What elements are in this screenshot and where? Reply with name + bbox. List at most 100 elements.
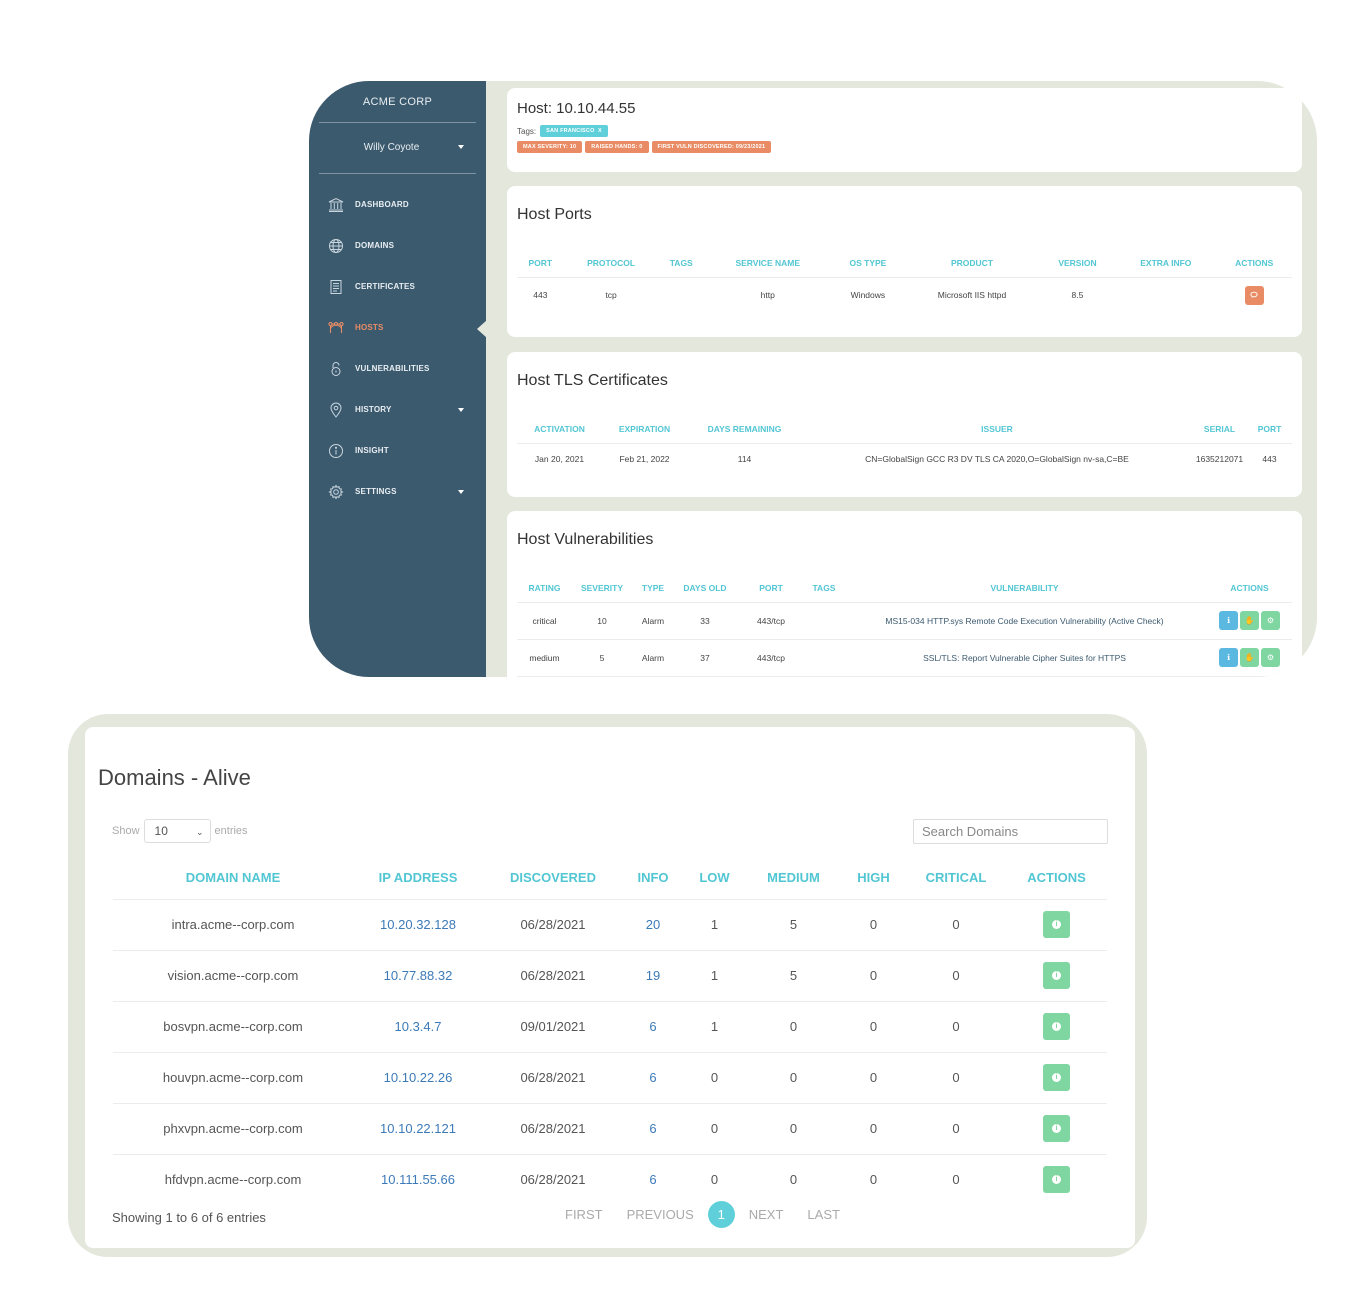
resolve-button[interactable]: ⚙: [1261, 648, 1280, 667]
column-header[interactable]: SERIAL: [1192, 415, 1247, 444]
column-header[interactable]: LOW: [683, 857, 746, 900]
page-title: Host: 10.10.44.55: [517, 100, 636, 117]
sidebar-item-hosts[interactable]: HOSTS: [309, 307, 487, 348]
column-header[interactable]: DOMAIN NAME: [113, 857, 353, 900]
vulnerability-link[interactable]: MS15-034 HTTP.sys Remote Code Execution …: [842, 602, 1207, 640]
tag-badge[interactable]: SAN FRANCISCO X: [540, 125, 608, 137]
column-header[interactable]: VERSION: [1039, 249, 1116, 278]
low-cell: 1: [683, 899, 746, 951]
resolve-button[interactable]: ⚙: [1261, 611, 1280, 630]
ip-link[interactable]: 10.3.4.7: [353, 1001, 483, 1053]
details-button[interactable]: i: [1043, 962, 1070, 989]
version-cell: 8.5: [1071, 290, 1084, 301]
sidebar-item-certificates[interactable]: CERTIFICATES: [309, 266, 486, 307]
column-header[interactable]: SEVERITY: [572, 574, 632, 603]
details-button[interactable]: i: [1043, 1013, 1070, 1040]
product-cell: Microsoft IIS httpd: [937, 290, 1007, 301]
section-title: Host TLS Certificates: [517, 372, 668, 389]
pagination-page-current[interactable]: 1: [707, 1201, 735, 1228]
ip-link[interactable]: 10.20.32.128: [353, 899, 483, 951]
sidebar-item-vulnerabilities[interactable]: VULNERABILITIES: [309, 348, 486, 389]
info-count-link[interactable]: 6: [623, 1001, 683, 1053]
details-button[interactable]: ℹ: [1219, 648, 1238, 667]
column-header[interactable]: EXTRA INFO: [1115, 249, 1217, 278]
sidebar-item-settings[interactable]: SETTINGS: [309, 471, 486, 512]
column-header[interactable]: PRODUCT: [904, 249, 1040, 278]
table-row: medium 5 Alarm 37 443/tcp SSL/TLS: Repor…: [517, 639, 1292, 677]
medium-cell: 5: [746, 899, 841, 951]
issuer-cell: CN=GlobalSign GCC R3 DV TLS CA 2020,O=Gl…: [865, 454, 1129, 465]
column-header[interactable]: VULNERABILITY: [842, 574, 1207, 603]
high-cell: 0: [841, 1001, 906, 1053]
vulnerability-link[interactable]: SSL/TLS: Report Vulnerable Cipher Suites…: [842, 639, 1207, 677]
actions-cell: i: [1006, 950, 1107, 1002]
column-header[interactable]: IP ADDRESS: [353, 857, 483, 900]
expiration-cell: Feb 21, 2022: [619, 454, 670, 465]
info-icon: i: [1052, 920, 1061, 929]
comment-button[interactable]: [1244, 285, 1264, 305]
table-row: bosvpn.acme--corp.com 10.3.4.7 09/01/202…: [113, 1001, 1107, 1053]
column-header[interactable]: TAGS: [806, 574, 842, 603]
search-input[interactable]: Search Domains: [913, 819, 1108, 844]
bank-icon: [327, 196, 345, 214]
ip-link[interactable]: 10.10.22.26: [353, 1052, 483, 1104]
column-header[interactable]: EXPIRATION: [602, 415, 687, 444]
column-header[interactable]: HIGH: [841, 857, 906, 900]
column-header[interactable]: OS TYPE: [831, 249, 905, 278]
sidebar-item-history[interactable]: HISTORY: [309, 389, 486, 430]
column-header[interactable]: RATING: [517, 574, 572, 603]
raised-hands-badge: RAISED HANDS: 0: [585, 141, 649, 153]
ip-link[interactable]: 10.111.55.66: [353, 1154, 483, 1205]
tags-cell: [806, 602, 842, 640]
tags-cell: [659, 277, 704, 313]
details-button[interactable]: i: [1043, 1115, 1070, 1142]
actions-cell: ℹ ✋ ⚙: [1207, 639, 1292, 677]
column-header[interactable]: ACTIVATION: [517, 415, 602, 444]
pagination-first[interactable]: FIRST: [565, 1207, 603, 1222]
sidebar-item-insight[interactable]: INSIGHT: [309, 430, 486, 471]
details-button[interactable]: i: [1043, 1064, 1070, 1091]
info-count-link[interactable]: 6: [623, 1052, 683, 1104]
pagination-next[interactable]: NEXT: [749, 1207, 784, 1222]
column-header[interactable]: DAYS REMAINING: [687, 415, 802, 444]
column-header[interactable]: DISCOVERED: [483, 857, 623, 900]
info-count-link[interactable]: 6: [623, 1103, 683, 1155]
ip-link[interactable]: 10.77.88.32: [353, 950, 483, 1002]
pagination-previous[interactable]: PREVIOUS: [627, 1207, 694, 1222]
actions-cell: i: [1006, 899, 1107, 951]
ip-link[interactable]: 10.10.22.121: [353, 1103, 483, 1155]
domains-card: Domains - Alive Show 10 ⌄ entries Search…: [85, 727, 1135, 1248]
column-header[interactable]: MEDIUM: [746, 857, 841, 900]
chevron-down-icon: [458, 145, 464, 149]
info-count-link[interactable]: 20: [623, 899, 683, 951]
days-old-cell: 37: [674, 639, 736, 677]
details-button[interactable]: i: [1043, 1166, 1070, 1194]
pagination-last[interactable]: LAST: [807, 1207, 840, 1222]
column-header[interactable]: TYPE: [632, 574, 674, 603]
sidebar-item-domains[interactable]: DOMAINS: [309, 225, 486, 266]
column-header[interactable]: DAYS OLD: [674, 574, 736, 603]
column-header[interactable]: CRITICAL: [906, 857, 1006, 900]
raise-hand-button[interactable]: ✋: [1240, 648, 1259, 667]
column-header[interactable]: INFO: [623, 857, 683, 900]
column-header[interactable]: ISSUER: [802, 415, 1192, 444]
column-header[interactable]: PROTOCOL: [563, 249, 659, 278]
info-count-link[interactable]: 6: [623, 1154, 683, 1205]
divider: [319, 173, 476, 174]
info-count-link[interactable]: 19: [623, 950, 683, 1002]
user-menu[interactable]: Willy Coyote: [309, 123, 486, 173]
page-length-select[interactable]: 10 ⌄: [143, 819, 211, 843]
chevron-down-icon: [458, 490, 464, 494]
tags-row: Tags: SAN FRANCISCO X: [517, 125, 1292, 137]
raise-hand-button[interactable]: ✋: [1240, 611, 1259, 630]
details-button[interactable]: i: [1043, 911, 1070, 938]
sidebar-item-dashboard[interactable]: DASHBOARD: [309, 184, 486, 225]
column-header[interactable]: SERVICE NAME: [703, 249, 832, 278]
column-header[interactable]: PORT: [517, 249, 564, 278]
column-header[interactable]: PORT: [736, 574, 806, 603]
column-header[interactable]: PORT: [1247, 415, 1292, 444]
column-header[interactable]: TAGS: [658, 249, 704, 278]
actions-cell: i: [1006, 1103, 1107, 1155]
tag-remove-icon[interactable]: X: [598, 128, 602, 134]
details-button[interactable]: ℹ: [1219, 611, 1238, 630]
